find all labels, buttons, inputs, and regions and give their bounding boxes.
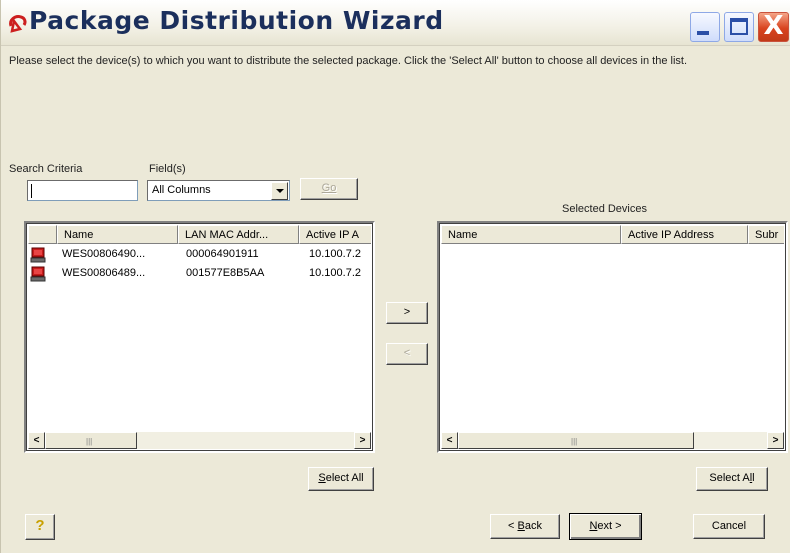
device-name: WES00806490... [62,248,146,260]
search-criteria-input[interactable] [27,180,138,201]
help-button[interactable]: ? [25,514,55,540]
add-device-button[interactable]: > [386,302,428,324]
chevron-down-icon [276,189,284,193]
device-mac: 001577E8B5AA [186,267,265,279]
close-icon: X [763,11,784,41]
available-devices-hscrollbar[interactable]: < ||| > [28,432,371,449]
help-icon: ? [35,517,45,534]
column-header-icon[interactable] [28,225,57,244]
text-caret [31,184,32,198]
selected-devices-header: Name Active IP Address Subr [441,225,784,244]
available-devices-list[interactable]: Name LAN MAC Addr... Active IP A WES0080… [24,221,375,453]
scroll-right-button[interactable]: > [354,432,371,449]
cancel-button[interactable]: Cancel [693,514,765,539]
minimize-button[interactable] [690,12,720,42]
search-criteria-label: Search Criteria [9,163,83,175]
table-row[interactable]: WES00806489... 001577E8B5AA 10.100.7.2 [30,265,373,283]
selected-devices-hscrollbar[interactable]: < ||| > [441,432,784,449]
grip-icon: ||| [86,437,93,446]
computer-icon [30,247,46,263]
fields-selected-value: All Columns [152,184,211,196]
wizard-window: Package Distribution Wizard X Please sel… [0,0,790,553]
instructions-text: Please select the device(s) to which you… [9,55,688,67]
selected-devices-list[interactable]: Name Active IP Address Subr < ||| > [437,221,788,453]
available-devices-header: Name LAN MAC Addr... Active IP A [28,225,371,244]
device-mac: 000064901911 [186,248,259,260]
fields-label: Field(s) [149,163,186,175]
fields-dropdown-button[interactable] [271,182,288,200]
selected-devices-caption: Selected Devices [562,203,647,215]
column-header-lan-mac[interactable]: LAN MAC Addr... [178,225,299,244]
scroll-left-button[interactable]: < [28,432,45,449]
minimize-icon [697,31,709,35]
close-button[interactable]: X [758,11,789,42]
back-button[interactable]: < Back [490,514,560,539]
scroll-thumb[interactable]: ||| [45,432,137,449]
maximize-icon [730,18,748,35]
window-title: Package Distribution Wizard [29,6,444,35]
title-bar[interactable]: Package Distribution Wizard X [1,0,790,46]
device-ip: 10.100.7.2 [309,248,361,260]
column-header-name[interactable]: Name [57,225,178,244]
computer-icon [30,266,46,282]
select-all-available-button[interactable]: Select All [308,467,374,491]
scroll-right-button[interactable]: > [767,432,784,449]
maximize-button[interactable] [724,12,754,42]
remove-device-button[interactable]: < [386,343,428,365]
table-row[interactable]: WES00806490... 000064901911 10.100.7.2 [30,246,373,264]
column-header-name[interactable]: Name [441,225,621,244]
next-button[interactable]: Next > [569,513,642,540]
column-header-active-ip[interactable]: Active IP Address [621,225,748,244]
scroll-thumb[interactable]: ||| [458,432,694,449]
device-name: WES00806489... [62,267,146,279]
select-all-selected-button[interactable]: Select All [696,467,768,491]
fields-select[interactable]: All Columns [147,180,290,201]
column-header-subnet[interactable]: Subr [748,225,784,244]
app-logo-icon [9,15,27,33]
device-ip: 10.100.7.2 [309,267,361,279]
grip-icon: ||| [571,437,578,446]
scroll-left-button[interactable]: < [441,432,458,449]
column-header-active-ip[interactable]: Active IP A [299,225,371,244]
go-button[interactable]: Go [300,178,358,200]
